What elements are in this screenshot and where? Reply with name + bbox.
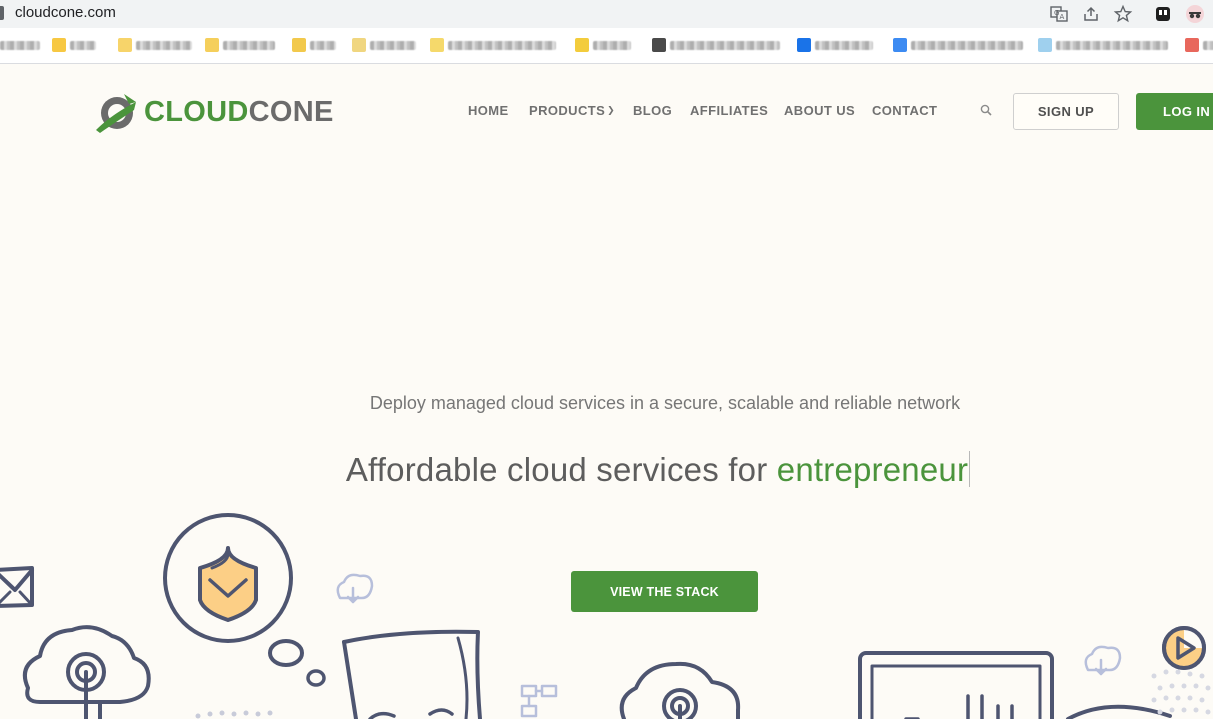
site-icon: [1038, 38, 1052, 52]
hero-illustration: [0, 513, 1211, 719]
nav-blog[interactable]: BLOG: [633, 103, 672, 118]
bookmark-star-icon[interactable]: [1113, 4, 1133, 24]
bookmark-item[interactable]: [1185, 37, 1213, 53]
chevron-down-icon: ❯: [607, 105, 616, 115]
site-icon: [797, 38, 811, 52]
translate-icon[interactable]: G A: [1049, 4, 1069, 24]
hero-headline-accent: entrepreneur: [776, 451, 969, 488]
thought-bubble: [268, 639, 304, 667]
bookmark-item[interactable]: [797, 37, 873, 53]
nav-products-label: PRODUCTS: [529, 103, 606, 118]
nav-products[interactable]: PRODUCTS ❯: [529, 103, 615, 118]
cloud-upload-icon: [23, 625, 151, 719]
bookmark-item[interactable]: [575, 37, 631, 53]
share-icon[interactable]: [1081, 4, 1101, 24]
folder-icon: [205, 38, 219, 52]
envelope-icon: [0, 566, 34, 608]
site-info-icon[interactable]: [0, 6, 4, 20]
monitor-chart-icon: [858, 651, 1054, 719]
flowchart-icon: [520, 684, 558, 718]
site-icon: [1185, 38, 1199, 52]
url-text[interactable]: cloudcone.com: [15, 4, 116, 21]
person-illustration: [342, 629, 482, 719]
decorative-arc: [1066, 704, 1172, 719]
extension-icon[interactable]: [1153, 4, 1173, 24]
dot-pattern: [1151, 669, 1211, 715]
typing-caret: [969, 451, 971, 487]
cloud-download-icon: [336, 573, 374, 604]
thought-bubble: [306, 669, 326, 687]
bookmarks-bar: [0, 28, 1213, 64]
nav-affiliates[interactable]: AFFILIATES: [690, 103, 768, 118]
hero-subtitle: Deploy managed cloud services in a secur…: [369, 393, 961, 413]
bookmark-item[interactable]: [893, 37, 1023, 53]
hero-headline: Affordable cloud services for entreprene…: [0, 451, 1213, 489]
shield-icon: [163, 513, 293, 643]
log-in-button[interactable]: LOG IN: [1136, 93, 1213, 130]
nav-about-us[interactable]: ABOUT US: [784, 103, 855, 118]
incognito-icon[interactable]: [1185, 4, 1205, 24]
folder-icon: [575, 38, 589, 52]
folder-icon: [52, 38, 66, 52]
bookmark-item[interactable]: [652, 37, 780, 53]
cloud-download-icon: [1084, 645, 1122, 676]
nav-home[interactable]: HOME: [468, 103, 509, 118]
folder-icon: [352, 38, 366, 52]
folder-icon: [292, 38, 306, 52]
browser-address-bar[interactable]: cloudcone.com G A: [0, 0, 1213, 28]
bookmark-item[interactable]: [0, 37, 40, 53]
folder-icon: [430, 38, 444, 52]
svg-text:A: A: [1060, 13, 1065, 21]
dot-pattern: [195, 710, 273, 719]
bookmark-item[interactable]: [1038, 37, 1168, 53]
bookmark-item[interactable]: [118, 37, 192, 53]
sign-up-button[interactable]: SIGN UP: [1013, 93, 1119, 130]
nav-contact[interactable]: CONTACT: [872, 103, 937, 118]
play-icon: [1162, 626, 1206, 670]
bookmark-item[interactable]: [52, 37, 96, 53]
site-icon: [893, 38, 907, 52]
bookmark-item[interactable]: [292, 37, 336, 53]
cloud-upload-icon: [619, 661, 741, 719]
folder-icon: [118, 38, 132, 52]
bookmark-item[interactable]: [430, 37, 556, 53]
bookmark-item[interactable]: [352, 37, 416, 53]
search-icon[interactable]: [980, 104, 992, 116]
hero-headline-text: Affordable cloud services for: [345, 451, 777, 488]
site-icon: [652, 38, 666, 52]
bookmark-item[interactable]: [205, 37, 275, 53]
